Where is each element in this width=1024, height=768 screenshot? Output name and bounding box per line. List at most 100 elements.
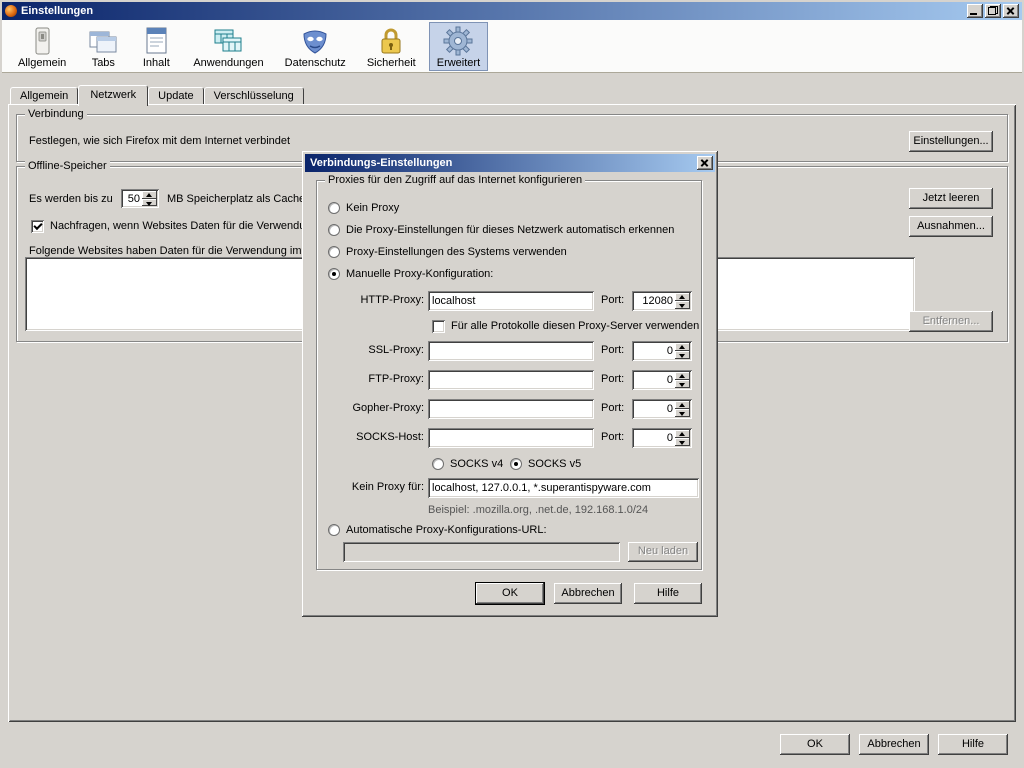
radio-icon[interactable] <box>510 458 522 470</box>
spin-buttons <box>675 372 690 388</box>
spin-up-icon[interactable] <box>142 191 157 199</box>
auto-config-url-input[interactable] <box>343 542 620 562</box>
tab-allgemein[interactable]: Allgemein <box>10 87 78 104</box>
spin-buttons <box>675 343 690 359</box>
ssl-port-input[interactable] <box>634 343 674 359</box>
radio-icon[interactable] <box>328 268 340 280</box>
http-port-spinner[interactable] <box>632 291 692 311</box>
tabs-icon <box>87 25 119 57</box>
tab-update[interactable]: Update <box>148 87 203 104</box>
toolbar-item-erweitert[interactable]: Erweitert <box>429 22 488 71</box>
spin-up-icon[interactable] <box>675 401 690 409</box>
applications-icon <box>212 25 244 57</box>
ftp-port-spinner[interactable] <box>632 370 692 390</box>
gopher-proxy-input[interactable] <box>428 399 594 419</box>
general-icon <box>26 25 58 57</box>
ftp-proxy-input[interactable] <box>428 370 594 390</box>
close-icon <box>1006 6 1015 15</box>
gopher-port-spinner[interactable] <box>632 399 692 419</box>
http-proxy-input[interactable] <box>428 291 594 311</box>
minimize-icon <box>970 13 977 15</box>
spin-up-icon[interactable] <box>675 430 690 438</box>
connection-group-title: Verbindung <box>25 108 87 121</box>
http-port-input[interactable] <box>634 293 674 309</box>
help-button[interactable]: Hilfe <box>938 734 1008 755</box>
spin-buttons <box>675 430 690 446</box>
advanced-gear-icon <box>442 25 474 57</box>
toolbar-item-allgemein[interactable]: Allgemein <box>10 22 74 71</box>
close-button[interactable] <box>1003 4 1019 18</box>
ssl-port-spinner[interactable] <box>632 341 692 361</box>
restore-button[interactable] <box>985 4 1001 18</box>
gopher-port-input[interactable] <box>634 401 674 417</box>
connection-settings-button[interactable]: Einstellungen... <box>909 131 993 152</box>
ask-offline-row[interactable]: Nachfragen, wenn Websites Daten für die … <box>31 219 305 233</box>
minimize-button[interactable] <box>967 4 983 18</box>
toolbar-item-sicherheit[interactable]: Sicherheit <box>359 22 424 71</box>
dialog-ok-button[interactable]: OK <box>476 583 544 604</box>
radio-socks-v5[interactable]: SOCKS v5 <box>510 457 581 471</box>
spin-down-icon[interactable] <box>675 351 690 359</box>
radio-icon[interactable] <box>328 524 340 536</box>
radio-icon[interactable] <box>328 246 340 258</box>
clear-cache-button[interactable]: Jetzt leeren <box>909 188 993 209</box>
toolbar-item-tabs[interactable]: Tabs <box>79 22 127 71</box>
ask-offline-checkbox[interactable] <box>31 220 44 233</box>
dialog-help-button[interactable]: Hilfe <box>634 583 702 604</box>
advanced-tabstrip: Allgemein Netzwerk Update Verschlüsselun… <box>10 85 304 106</box>
socks-port-spinner[interactable] <box>632 428 692 448</box>
ask-offline-label: Nachfragen, wenn Websites Daten für die … <box>50 220 305 233</box>
ftp-port-input[interactable] <box>634 372 674 388</box>
toolbar-item-inhalt[interactable]: Inhalt <box>132 22 180 71</box>
dialog-cancel-button[interactable]: Abbrechen <box>554 583 622 604</box>
radio-icon[interactable] <box>432 458 444 470</box>
reload-button[interactable]: Neu laden <box>628 542 698 562</box>
ssl-proxy-label: SSL-Proxy: <box>328 344 424 357</box>
cancel-button[interactable]: Abbrechen <box>859 734 929 755</box>
spin-down-icon[interactable] <box>675 301 690 309</box>
exceptions-button[interactable]: Ausnahmen... <box>909 216 993 237</box>
spin-down-icon[interactable] <box>675 380 690 388</box>
radio-socks-v4[interactable]: SOCKS v4 <box>432 457 503 471</box>
radio-manual-proxy-label: Manuelle Proxy-Konfiguration: <box>346 268 493 281</box>
ok-button[interactable]: OK <box>780 734 850 755</box>
tab-netzwerk[interactable]: Netzwerk <box>78 85 148 106</box>
gopher-proxy-label: Gopher-Proxy: <box>328 402 424 415</box>
spin-down-icon[interactable] <box>142 199 157 207</box>
spin-up-icon[interactable] <box>675 372 690 380</box>
radio-icon[interactable] <box>328 224 340 236</box>
tab-verschluesselung[interactable]: Verschlüsselung <box>204 87 304 104</box>
socks-host-input[interactable] <box>428 428 594 448</box>
connection-settings-dialog: Verbindungs-Einstellungen Proxies für de… <box>302 151 718 617</box>
share-proxy-row[interactable]: Für alle Protokolle diesen Proxy-Server … <box>432 319 699 333</box>
cache-size-spinner[interactable] <box>121 189 159 208</box>
cache-spin-buttons <box>142 191 157 206</box>
radio-auto-config-url[interactable]: Automatische Proxy-Konfigurations-URL: <box>328 523 547 537</box>
radio-no-proxy[interactable]: Kein Proxy <box>328 201 399 215</box>
spin-up-icon[interactable] <box>675 343 690 351</box>
tab-label: Update <box>158 90 193 102</box>
no-proxy-for-label: Kein Proxy für: <box>328 481 424 494</box>
cache-size-input[interactable] <box>123 191 141 206</box>
gopher-port-label: Port: <box>601 402 624 415</box>
radio-icon[interactable] <box>328 202 340 214</box>
toolbar-label-allgemein: Allgemein <box>18 57 66 69</box>
restore-icon <box>988 6 998 15</box>
spin-down-icon[interactable] <box>675 438 690 446</box>
spin-down-icon[interactable] <box>675 409 690 417</box>
radio-system-proxy[interactable]: Proxy-Einstellungen des Systems verwende… <box>328 245 567 259</box>
remove-website-button[interactable]: Entfernen... <box>909 311 993 332</box>
toolbar-item-datenschutz[interactable]: Datenschutz <box>277 22 354 71</box>
radio-manual-proxy[interactable]: Manuelle Proxy-Konfiguration: <box>328 267 493 281</box>
radio-no-proxy-label: Kein Proxy <box>346 202 399 215</box>
socks-port-input[interactable] <box>634 430 674 446</box>
spin-up-icon[interactable] <box>675 293 690 301</box>
socks-port-label: Port: <box>601 431 624 444</box>
radio-auto-detect[interactable]: Die Proxy-Einstellungen für dieses Netzw… <box>328 223 674 237</box>
http-proxy-label: HTTP-Proxy: <box>328 294 424 307</box>
ssl-proxy-input[interactable] <box>428 341 594 361</box>
dialog-close-button[interactable] <box>697 156 713 170</box>
no-proxy-for-input[interactable] <box>428 478 699 498</box>
share-proxy-checkbox[interactable] <box>432 320 445 333</box>
toolbar-item-anwendungen[interactable]: Anwendungen <box>185 22 271 71</box>
